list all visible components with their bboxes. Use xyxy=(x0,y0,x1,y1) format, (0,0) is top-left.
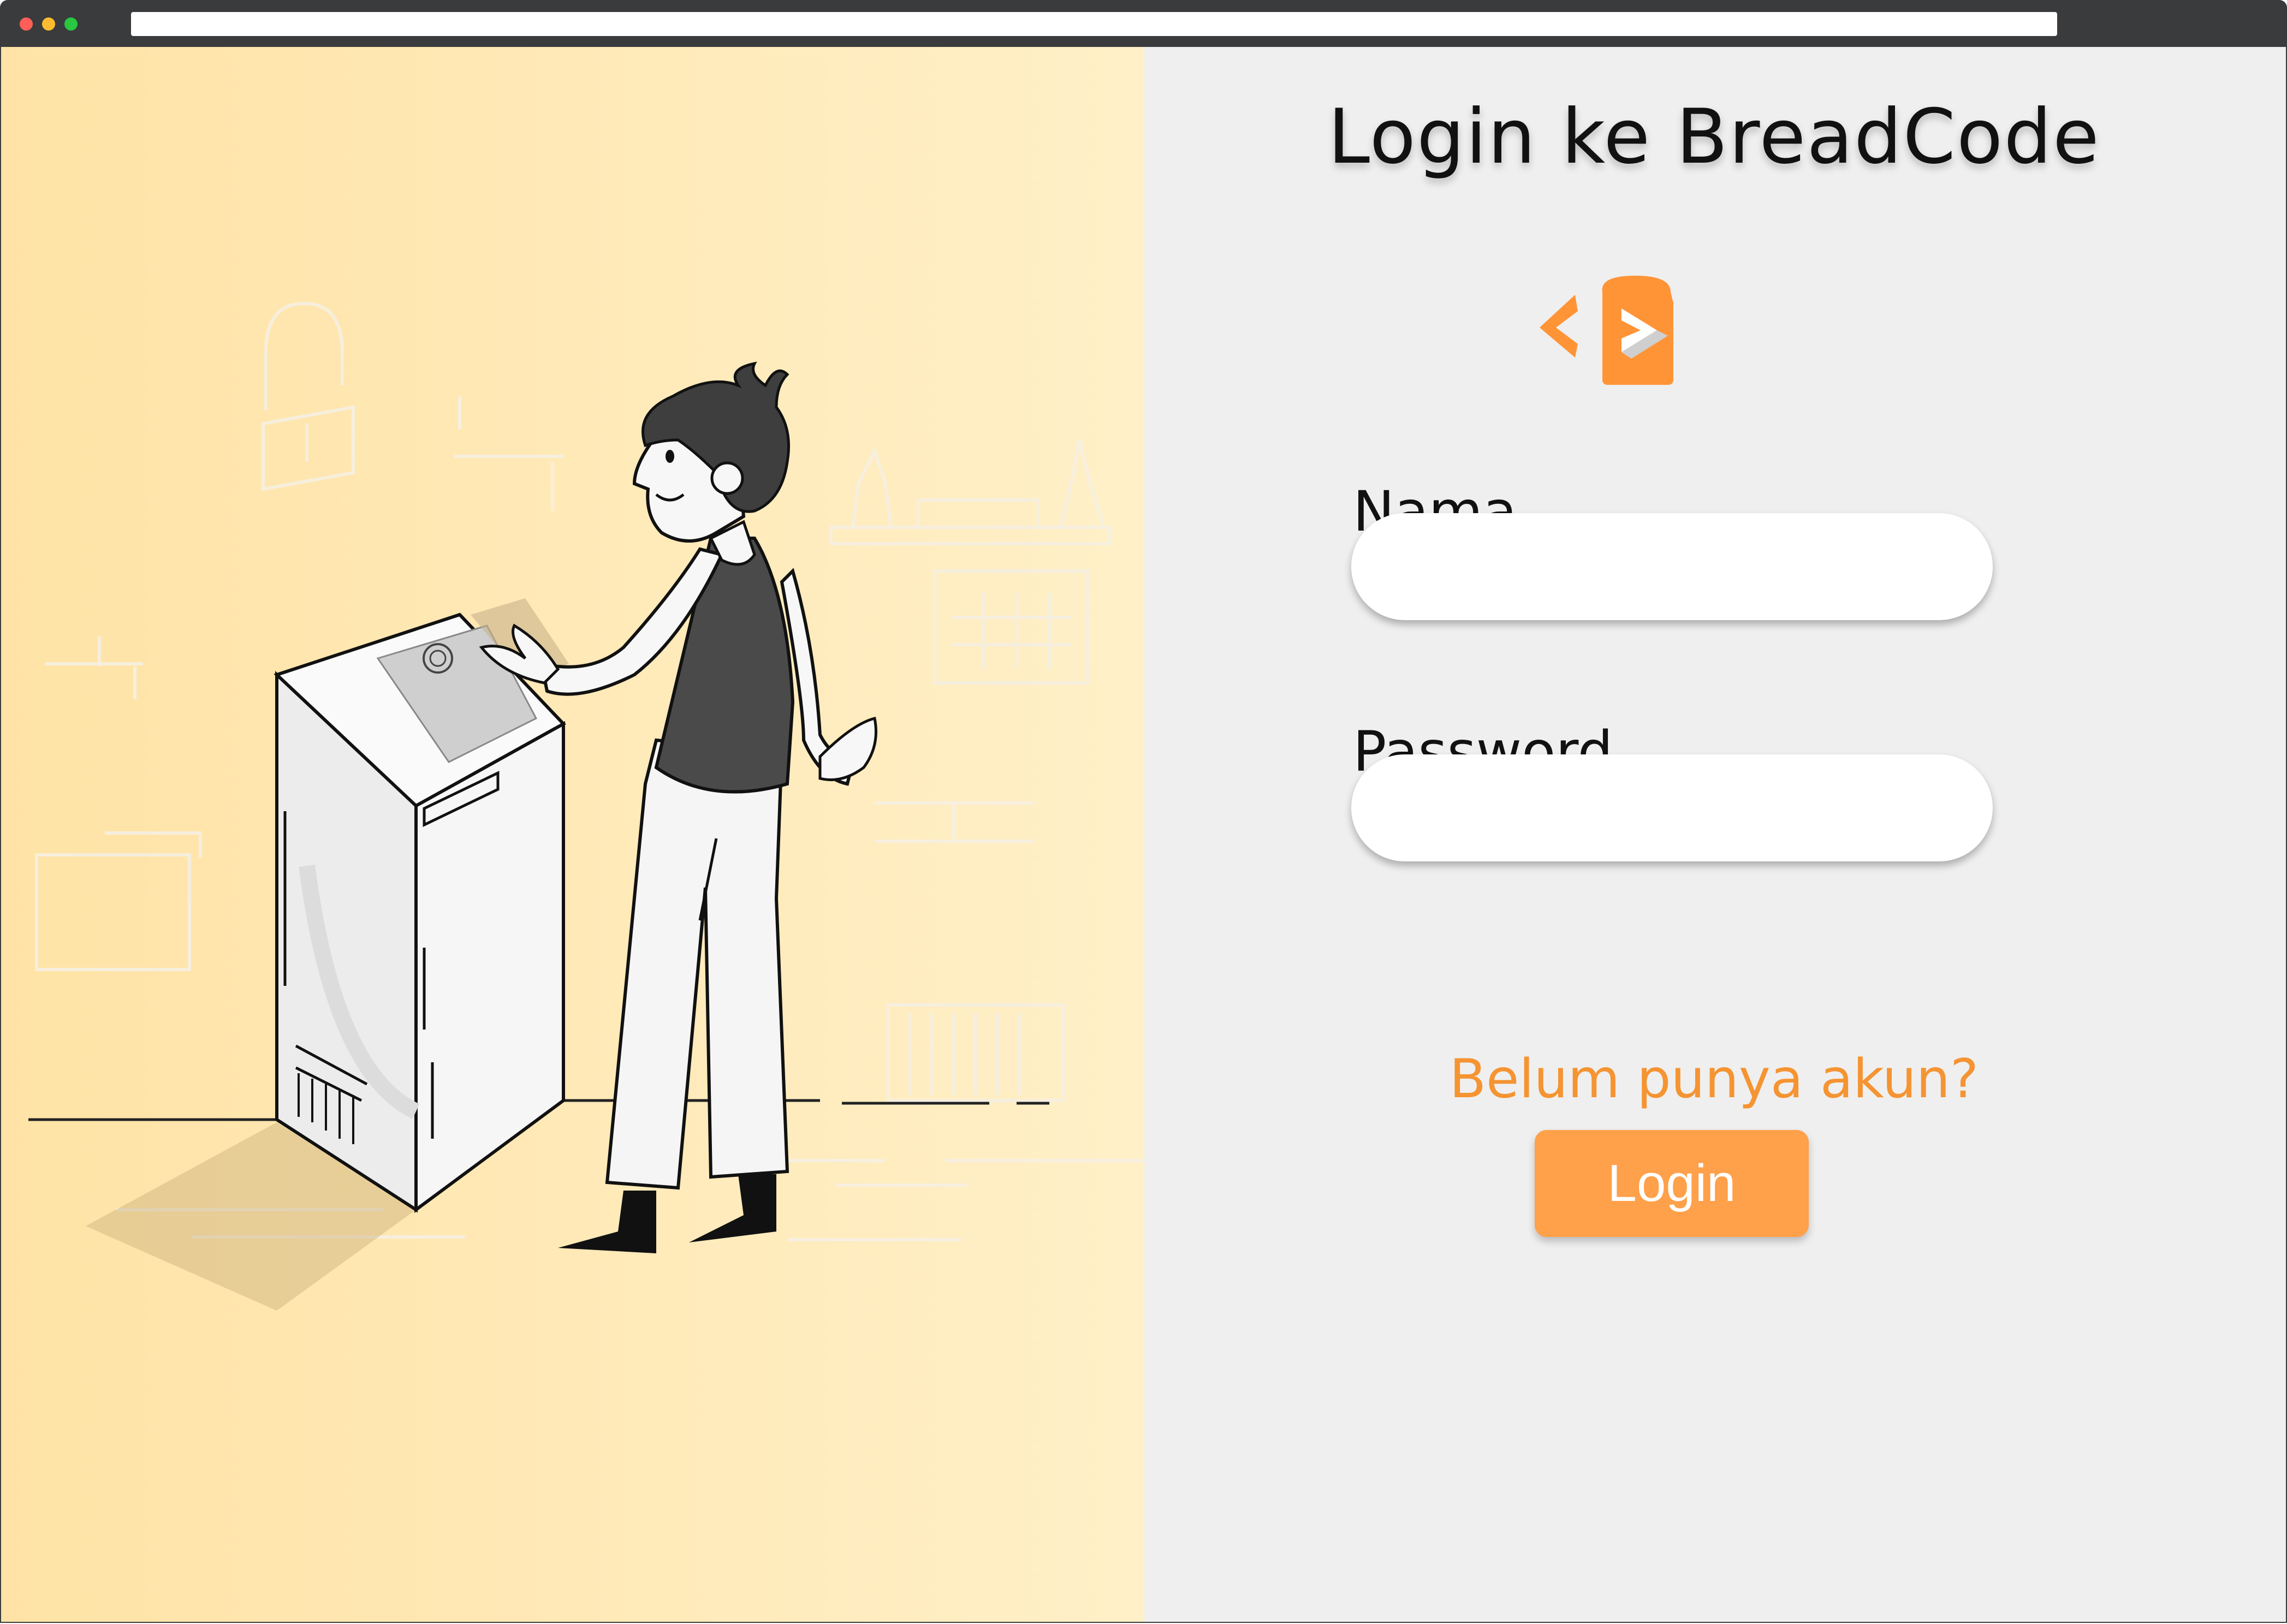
name-input[interactable] xyxy=(1351,513,1993,620)
page-title: Login ke BreadCode xyxy=(1328,93,2100,181)
minimize-window-icon[interactable] xyxy=(42,17,55,31)
breadcode-logo-icon xyxy=(1540,276,1673,385)
browser-chrome xyxy=(0,0,2287,47)
login-button[interactable]: Login xyxy=(1535,1130,1809,1237)
fingerprint-scanner-illustration xyxy=(28,301,1144,1311)
password-input[interactable] xyxy=(1351,754,1993,861)
signup-link[interactable]: Belum punya akun? xyxy=(1143,1048,2285,1110)
close-window-icon[interactable] xyxy=(20,17,33,31)
maximize-window-icon[interactable] xyxy=(64,17,78,31)
address-bar[interactable] xyxy=(131,12,2057,36)
illustration-panel xyxy=(1,47,1144,1622)
